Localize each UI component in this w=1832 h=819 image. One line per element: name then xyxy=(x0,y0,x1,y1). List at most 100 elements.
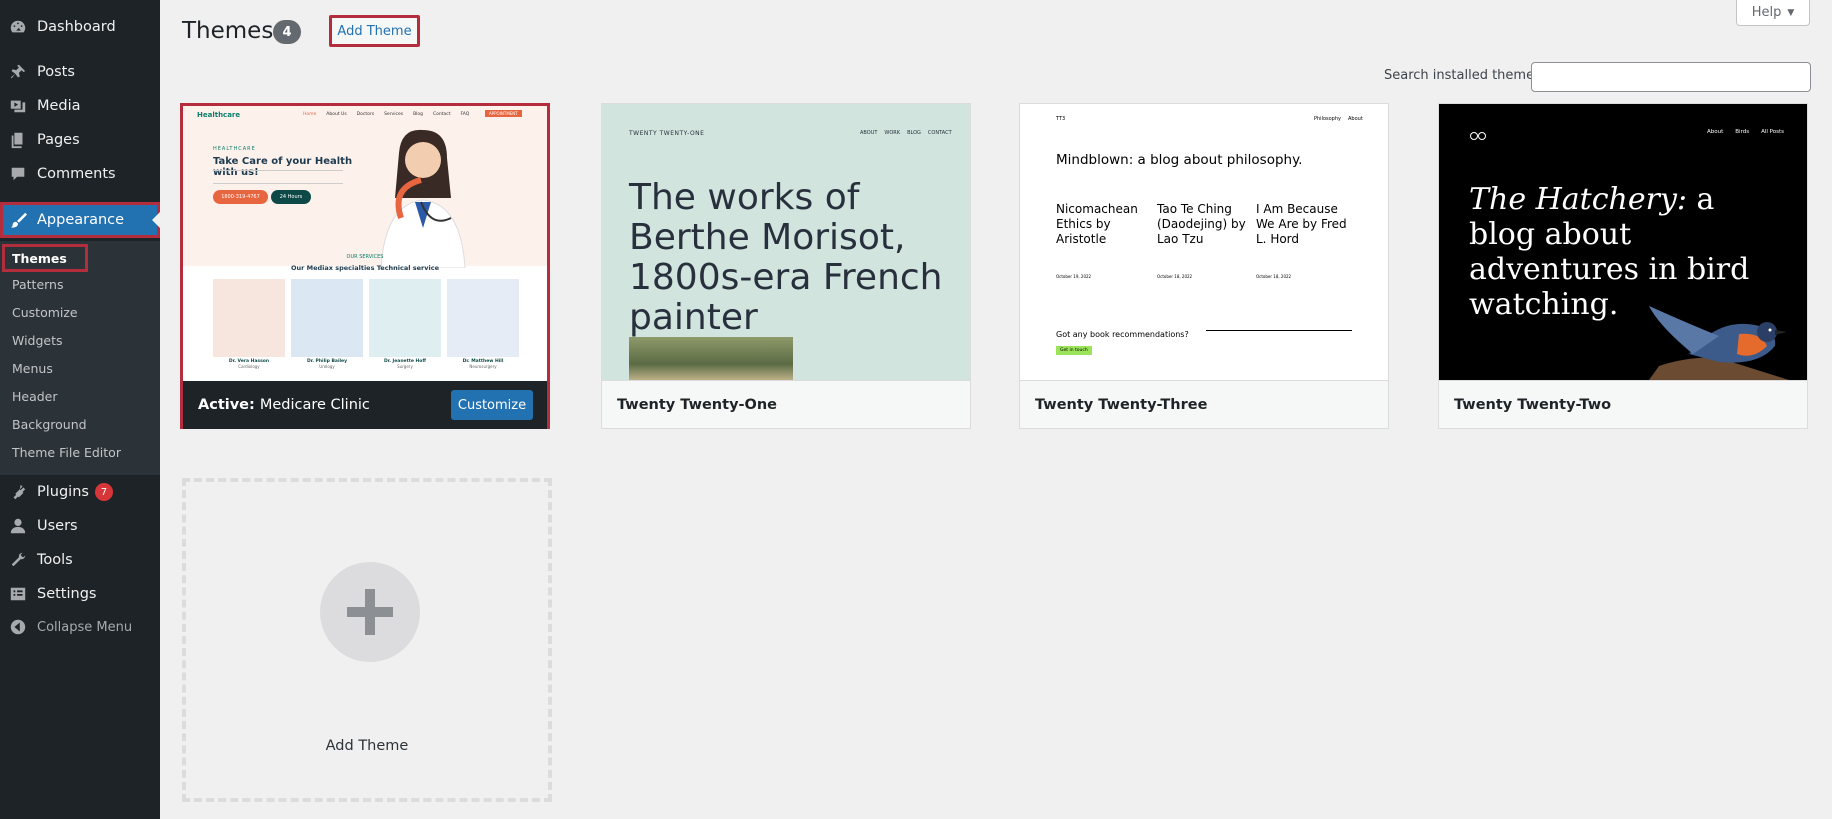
doctor-card: Dr. Philip Bailey Urology xyxy=(291,279,363,369)
t21-headline: The works of Berthe Morisot, 1800s-era F… xyxy=(629,177,943,338)
medicare-services-kicker: OUR SERVICES xyxy=(346,254,384,260)
menu-users[interactable]: Users xyxy=(0,509,160,543)
plus-icon xyxy=(320,562,420,662)
menu-settings-label: Settings xyxy=(37,586,97,602)
submenu-themes[interactable]: Themes xyxy=(2,244,88,272)
menu-tools-label: Tools xyxy=(37,552,73,568)
menu-appearance-label: Appearance xyxy=(37,212,125,228)
theme-card-twenty-twenty-one[interactable]: TWENTY TWENTY-ONE ABOUT WORK BLOG CONTACT T… xyxy=(601,103,971,429)
media-icon xyxy=(9,97,27,115)
plugins-update-badge: 7 xyxy=(94,483,113,501)
user-icon xyxy=(9,517,27,535)
theme-name: Twenty Twenty-Two xyxy=(1439,380,1807,428)
theme-card-twenty-twenty-three[interactable]: TT3 Philosophy About Mindblown: a blog ab… xyxy=(1019,103,1389,429)
menu-comments[interactable]: Comments xyxy=(0,157,160,191)
collapse-menu-label: Collapse Menu xyxy=(37,619,133,635)
t23-headline: Mindblown: a blog about philosophy. xyxy=(1056,152,1303,168)
search-installed-themes-input[interactable] xyxy=(1531,62,1811,92)
add-theme-card[interactable]: Add Theme xyxy=(182,478,552,802)
active-label: Active: xyxy=(198,397,255,413)
plug-icon xyxy=(9,483,27,501)
medicare-nav: Home About Us Doctors Services Blog Contact FA… xyxy=(303,112,470,117)
submenu-theme-file-editor[interactable]: Theme File Editor xyxy=(12,441,121,463)
customize-button[interactable]: Customize xyxy=(451,390,533,420)
bird-illustration xyxy=(1649,296,1799,380)
t21-painting-image xyxy=(629,337,793,380)
menu-plugins[interactable]: Plugins 7 xyxy=(0,475,160,509)
add-theme-button[interactable]: Add Theme xyxy=(329,15,420,47)
medicare-hours: 24 Hours xyxy=(271,190,311,204)
submenu-header[interactable]: Header xyxy=(12,385,58,407)
menu-tools[interactable]: Tools xyxy=(0,543,160,577)
theme-screenshot-t22: About Birds All Posts The Hatchery: a blog… xyxy=(1439,104,1807,380)
t23-site-title: TT3 xyxy=(1056,116,1066,122)
collapse-menu-button[interactable]: Collapse Menu xyxy=(0,610,160,644)
doctor-card: Dr. Jeanette Hoff Surgery xyxy=(369,279,441,369)
t23-post-title: Tao Te Ching (Daodejing) by Lao Tzu xyxy=(1157,202,1246,246)
t23-nav: Philosophy About xyxy=(1314,116,1363,122)
t23-footer-text: Got any book recommendations? xyxy=(1056,330,1189,339)
theme-name: Medicare Clinic xyxy=(259,397,370,413)
medicare-logo: Healthcare xyxy=(197,111,241,119)
theme-card-twenty-twenty-two[interactable]: About Birds All Posts The Hatchery: a blog… xyxy=(1438,103,1808,429)
submenu-widgets[interactable]: Widgets xyxy=(12,329,63,351)
theme-card-medicare-clinic[interactable]: Healthcare Home About Us Doctors Services Bl… xyxy=(180,103,550,429)
menu-media-label: Media xyxy=(37,98,81,114)
theme-name: Twenty Twenty-One xyxy=(602,380,970,428)
theme-screenshot-medicare: Healthcare Home About Us Doctors Services Bl… xyxy=(183,106,547,382)
menu-media[interactable]: Media xyxy=(0,89,160,123)
menu-appearance[interactable]: Appearance xyxy=(0,202,160,238)
dashboard-icon xyxy=(9,18,27,36)
menu-users-label: Users xyxy=(37,518,78,534)
theme-screenshot-t23: TT3 Philosophy About Mindblown: a blog ab… xyxy=(1020,104,1388,380)
t23-post-date: October 18, 2022 xyxy=(1256,274,1292,279)
medicare-kicker: HEALTHCARE xyxy=(213,146,256,152)
paintbrush-icon xyxy=(9,211,27,229)
menu-posts-label: Posts xyxy=(37,64,75,80)
submenu-menus[interactable]: Menus xyxy=(12,357,53,379)
t23-post-date: October 18, 2022 xyxy=(1157,274,1193,279)
menu-posts[interactable]: Posts xyxy=(0,55,160,89)
medicare-services-title: Our Mediax specialties Technical service xyxy=(291,264,439,272)
t21-nav: ABOUT WORK BLOG CONTACT xyxy=(860,130,952,136)
theme-count-badge: 4 xyxy=(273,20,301,44)
help-button[interactable]: Help ▼ xyxy=(1736,0,1810,26)
menu-pages[interactable]: Pages xyxy=(0,123,160,157)
t22-nav: About Birds All Posts xyxy=(1707,129,1785,135)
t23-cta-button: Get in touch xyxy=(1056,346,1092,355)
t23-post-title: I Am Because We Are by Fred L. Hord xyxy=(1256,202,1347,246)
menu-dashboard[interactable]: Dashboard xyxy=(0,10,160,44)
add-theme-label: Add Theme xyxy=(325,738,409,754)
t21-site-title: TWENTY TWENTY-ONE xyxy=(629,130,705,137)
page-title: Themes xyxy=(182,18,274,44)
medicare-cta: APPOINTMENT xyxy=(485,110,522,117)
t22-logo-icon xyxy=(1469,126,1487,145)
menu-pages-label: Pages xyxy=(37,132,80,148)
menu-plugins-label: Plugins xyxy=(37,484,89,500)
doctor-cards: Dr. Vera Hasson Cardiology Dr. Philip Ba… xyxy=(213,279,519,369)
comment-icon xyxy=(9,165,27,183)
admin-sidebar: Dashboard Posts Media Pages Comments App… xyxy=(0,0,160,819)
pages-icon xyxy=(9,131,27,149)
submenu-customize[interactable]: Customize xyxy=(12,301,78,323)
appearance-submenu: Themes Patterns Customize Widgets Menus … xyxy=(0,241,160,475)
doctor-card: Dr. Vera Hasson Cardiology xyxy=(213,279,285,369)
search-label: Search installed themes xyxy=(1384,68,1541,83)
theme-screenshot-t21: TWENTY TWENTY-ONE ABOUT WORK BLOG CONTACT T… xyxy=(602,104,970,380)
collapse-arrow-icon xyxy=(9,618,27,636)
submenu-background[interactable]: Background xyxy=(12,413,87,435)
menu-comments-label: Comments xyxy=(37,166,116,182)
menu-settings[interactable]: Settings xyxy=(0,577,160,611)
theme-name: Twenty Twenty-Three xyxy=(1020,380,1388,428)
t23-post-date: October 19, 2022 xyxy=(1056,274,1092,279)
menu-dashboard-label: Dashboard xyxy=(37,19,116,35)
caret-down-icon: ▼ xyxy=(1787,7,1795,18)
doctor-card: Dr. Matthew Hill Neurosurgery xyxy=(447,279,519,369)
medicare-phone: 1800-319-4767 xyxy=(213,190,268,204)
pin-icon xyxy=(9,63,27,81)
settings-icon xyxy=(9,585,27,603)
t23-post-title: Nicomachean Ethics by Aristotle xyxy=(1056,202,1138,246)
submenu-patterns[interactable]: Patterns xyxy=(12,273,63,295)
help-label: Help xyxy=(1751,5,1782,20)
wrench-icon xyxy=(9,551,27,569)
